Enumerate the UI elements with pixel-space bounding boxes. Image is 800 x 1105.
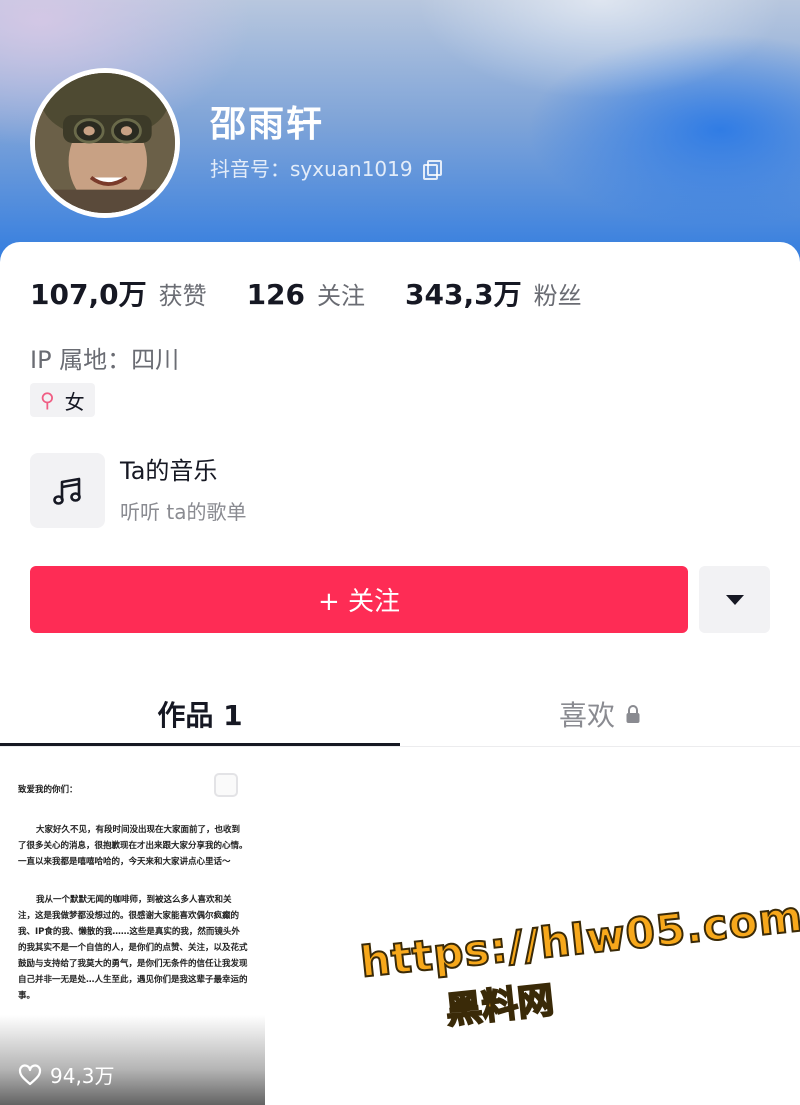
stat-value: 107,0万 bbox=[30, 278, 147, 311]
music-subtitle: 听听 ta的歌单 bbox=[120, 499, 247, 524]
tab-divider bbox=[0, 746, 800, 747]
letter-paragraph: 我从一个默默无闻的咖啡师，到被这么多人喜欢和关注，这是我做梦都没想过的。很感谢大… bbox=[18, 895, 248, 1001]
music-note-icon bbox=[52, 477, 81, 505]
content-tabs: 作品 1 喜欢 bbox=[0, 680, 800, 748]
tab-works-label: 作品 1 bbox=[157, 699, 243, 732]
video-thumbnail[interactable]: 致爱我的你们： 大家好久不见，有段时间没出现在大家面前了，也收到了很多关心的消息… bbox=[0, 752, 265, 1105]
heart-icon bbox=[18, 1063, 42, 1085]
stat-following[interactable]: 126 关注 bbox=[247, 276, 365, 311]
tab-likes[interactable]: 喜欢 bbox=[400, 680, 800, 748]
letter-paragraph: 大家好久不见，有段时间没出现在大家面前了，也收到了很多关心的消息，很抱歉现在才出… bbox=[18, 825, 248, 867]
tab-works[interactable]: 作品 1 bbox=[0, 680, 400, 748]
tab-likes-label: 喜欢 bbox=[558, 699, 615, 732]
avatar[interactable] bbox=[30, 68, 180, 218]
gender-tag: ⚲ 女 bbox=[30, 383, 95, 417]
copy-icon[interactable] bbox=[422, 159, 442, 180]
stat-value: 126 bbox=[246, 278, 306, 311]
stat-label: 获赞 bbox=[158, 282, 207, 310]
stat-likes[interactable]: 107,0万 获赞 bbox=[30, 273, 207, 313]
stat-label: 粉丝 bbox=[533, 282, 582, 310]
more-options-button[interactable] bbox=[699, 566, 770, 633]
stats-row: 107,0万 获赞 126 关注 343,3万 粉丝 bbox=[30, 273, 622, 313]
music-title: Ta的音乐 bbox=[120, 456, 218, 485]
gender-label: 女 bbox=[64, 389, 85, 414]
female-icon: ⚲ bbox=[40, 388, 55, 412]
lock-icon bbox=[626, 705, 640, 723]
avatar-image bbox=[35, 73, 175, 213]
stat-followers[interactable]: 343,3万 粉丝 bbox=[405, 273, 582, 313]
video-likes-text: 94,3万 bbox=[50, 1064, 115, 1088]
profile-name: 邵雨轩 bbox=[210, 104, 325, 145]
stat-label: 关注 bbox=[317, 282, 366, 310]
follow-button[interactable]: + 关注 bbox=[30, 566, 688, 633]
stat-value: 343,3万 bbox=[405, 278, 522, 311]
music-icon-box bbox=[30, 453, 105, 528]
douyin-id-text: 抖音号：syxuan1019 bbox=[210, 157, 413, 181]
letter-text: 致爱我的你们： 大家好久不见，有段时间没出现在大家面前了，也收到了很多关心的消息… bbox=[18, 782, 248, 1026]
letter-greeting: 致爱我的你们： bbox=[18, 785, 78, 795]
ip-location: IP 属地：四川 bbox=[30, 346, 180, 374]
caret-down-icon bbox=[725, 594, 744, 605]
douyin-id[interactable]: 抖音号：syxuan1019 bbox=[210, 153, 442, 182]
music-entry[interactable]: Ta的音乐 听听 ta的歌单 bbox=[30, 453, 246, 528]
video-like-count: 94,3万 bbox=[18, 1060, 115, 1089]
